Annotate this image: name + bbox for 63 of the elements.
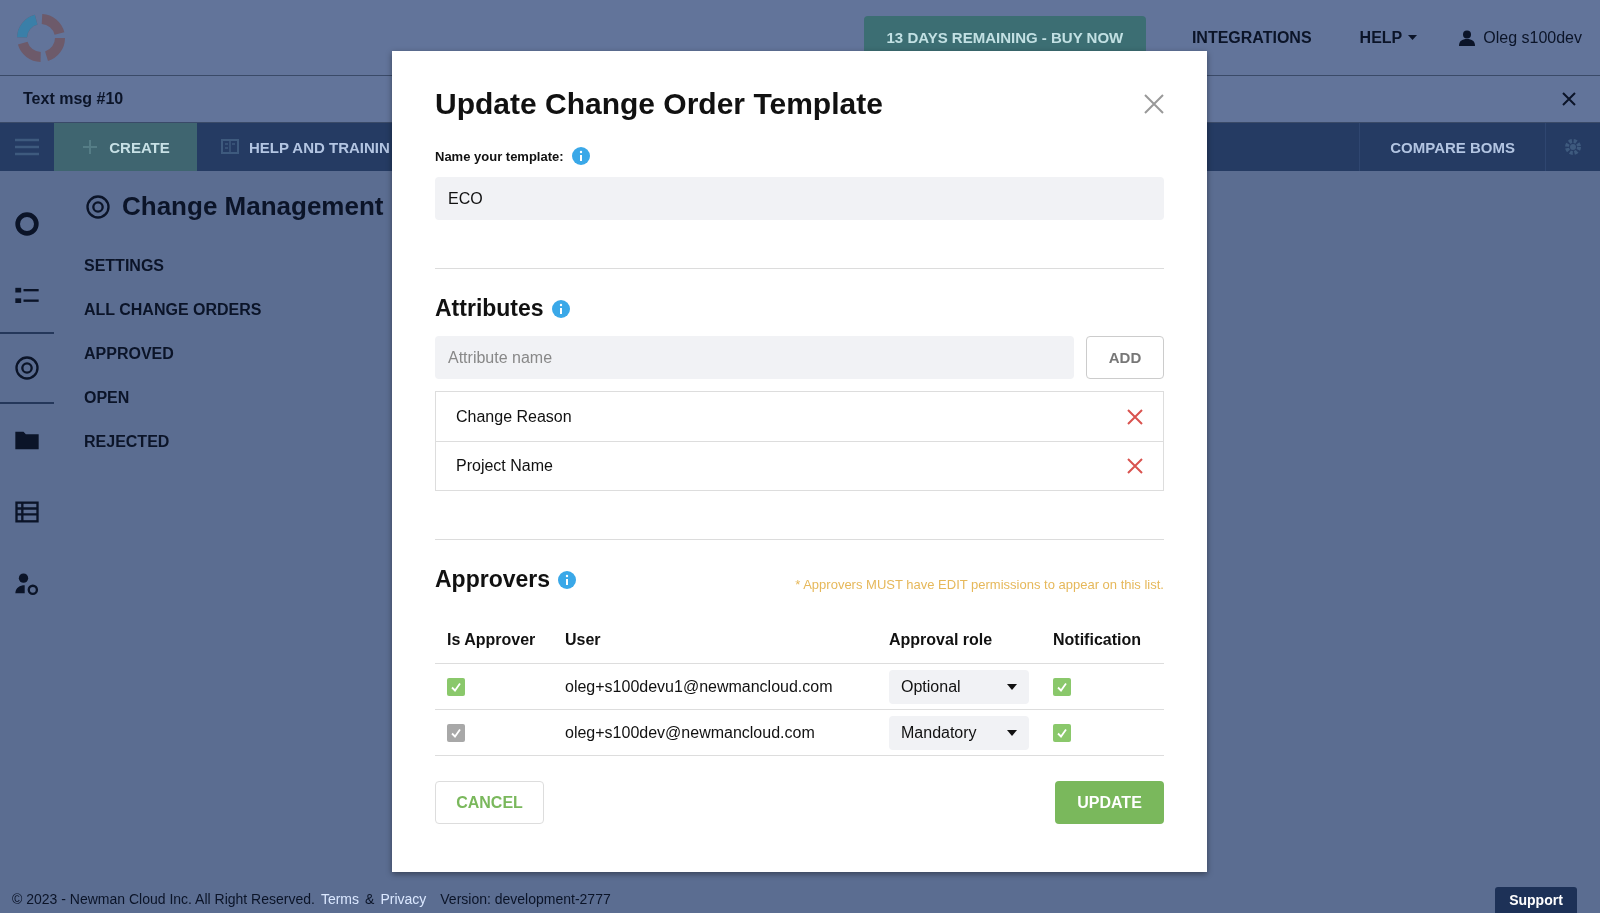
attribute-name-field[interactable]: Attribute name [435,336,1074,379]
role-dropdown[interactable]: Mandatory [889,715,1029,750]
template-name-field[interactable]: ECO [435,177,1164,220]
check-icon [1056,726,1068,739]
nav-link[interactable]: INTEGRATIONS [1185,27,1318,48]
menu-item[interactable]: SETTINGS [84,244,164,288]
info-icon [571,147,590,165]
check-icon [1056,680,1068,693]
compare-boms-button[interactable]: COMPARE BOMS [1359,123,1546,171]
cancel-button[interactable]: CANCEL [435,781,544,824]
sidebar-item[interactable] [0,332,54,404]
checkbox[interactable] [447,677,465,696]
permission-note: * Approvers MUST have EDIT permissions to appear on this list. [795,577,1164,592]
section-heading: Approvers [435,566,551,593]
role-dropdown[interactable]: Optional [889,669,1029,704]
menu-item[interactable]: REJECTED [84,420,170,464]
copyright-text: © 2023 - Newman Cloud Inc. All Right Reserved. [12,891,315,907]
user-icon [1459,29,1476,46]
page-title: Change Management [122,191,384,222]
column-header: User [553,631,877,664]
attribute-name: Change Reason [456,407,572,426]
caret-icon [1007,729,1017,736]
checkbox[interactable] [1053,723,1071,742]
logo-icon [16,12,66,63]
close-icon [1127,458,1143,474]
support-button[interactable]: Support [1495,887,1577,913]
help-training-button[interactable]: HELP AND TRAININ [197,123,414,171]
settings-icon [1563,137,1583,157]
attribute-name: Project Name [456,457,553,475]
check-icon [450,680,462,693]
section-heading: Attributes [435,295,544,322]
column-header: Approval role [877,631,1041,664]
menu-item[interactable]: ALL CHANGE ORDERS [84,288,262,332]
version-text: Version: development-2777 [440,891,611,907]
column-header: Notification [1041,631,1164,664]
dialog-title: Update Change Order Template [435,87,883,121]
menu-item[interactable]: OPEN [84,376,130,420]
menu-item[interactable]: APPROVED [84,332,174,376]
user-email: oleg+s100devu1@newmancloud.com [553,663,877,710]
help-menu[interactable]: HELP [1353,27,1424,48]
info-icon [551,299,570,318]
terms-link[interactable]: Terms [320,891,360,907]
plus-icon [81,138,100,156]
user-email: oleg+s100dev@newmancloud.com [553,709,877,756]
caret-icon [1007,683,1017,690]
book-icon [221,138,239,156]
message-text: Text msg #10 [23,90,124,108]
add-button[interactable]: ADD [1086,336,1164,379]
close-icon[interactable] [1561,91,1577,107]
column-header: Is Approver [435,631,553,664]
info-icon [558,570,577,589]
create-button[interactable]: CREATE [54,123,197,171]
checkbox[interactable] [1053,677,1071,696]
field-label: Name your template: [435,148,564,164]
delete-button[interactable] [1127,458,1143,474]
close-icon[interactable] [1144,94,1164,114]
ampersand-text: & [365,891,375,907]
user-name[interactable]: Oleg s100dev [1483,28,1582,47]
delete-button[interactable] [1127,408,1143,425]
privacy-link[interactable]: Privacy [380,891,427,907]
update-button[interactable]: UPDATE [1055,781,1164,824]
close-icon [1127,408,1143,425]
menu-icon [15,138,39,156]
